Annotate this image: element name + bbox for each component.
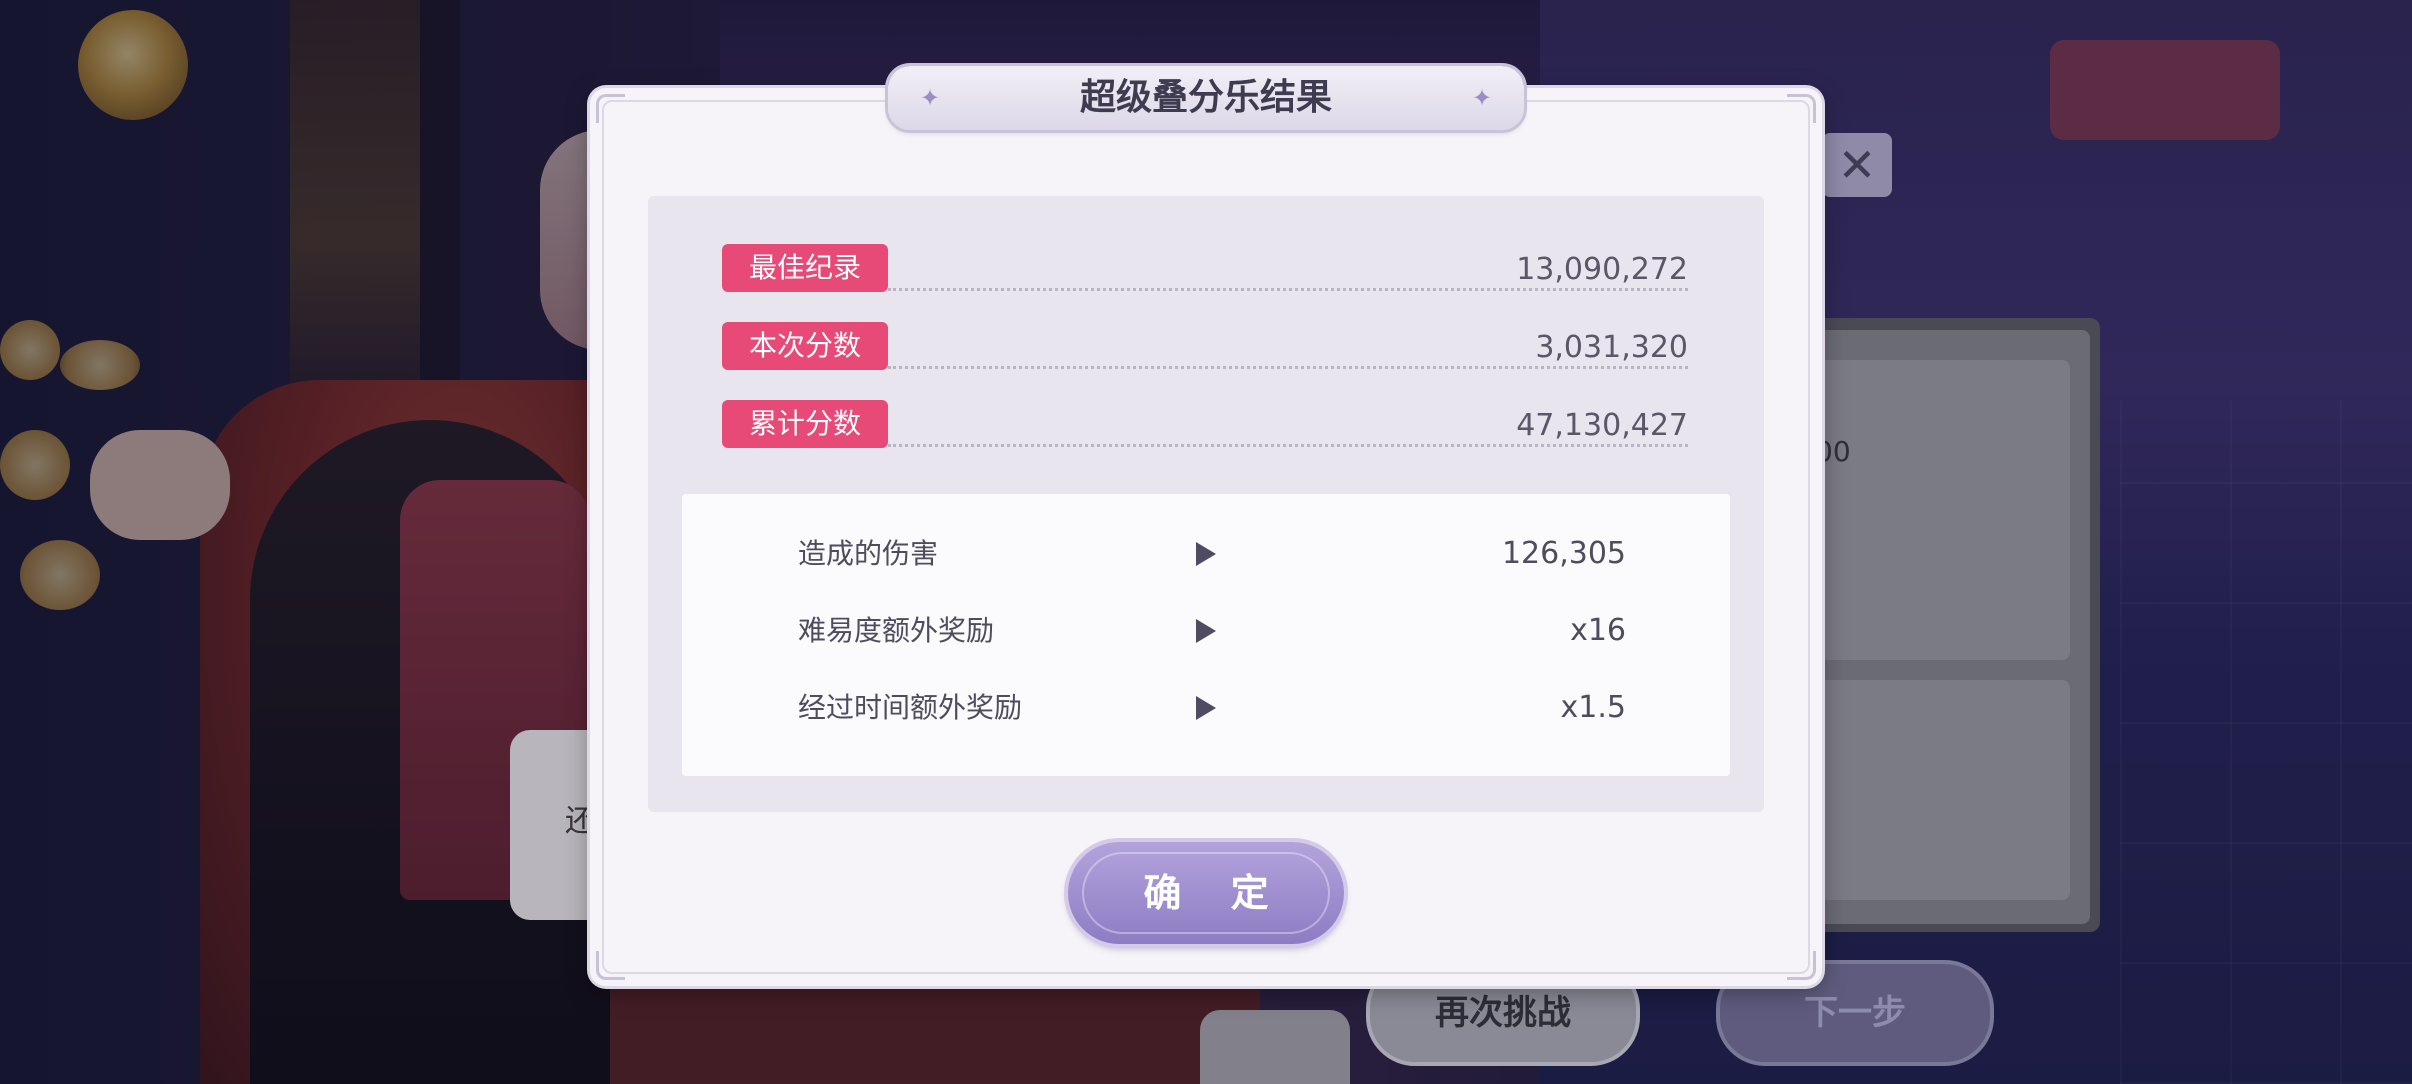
dialog-title-plate: ✦ 超级叠分乐结果 ✦	[888, 66, 1524, 130]
bonus-row-damage: 造成的伤害 126,305	[682, 527, 1730, 581]
frame-corner-ornament	[596, 94, 625, 123]
record-value: 47,130,427	[1516, 408, 1688, 443]
record-value: 3,031,320	[1535, 330, 1688, 365]
background-result-box	[1810, 360, 2070, 660]
bonus-row-time: 经过时间额外奖励 x1.5	[682, 681, 1730, 735]
dialog-title: 超级叠分乐结果	[1079, 77, 1332, 118]
confirm-button[interactable]: 确 定	[1068, 842, 1344, 944]
play-triangle-icon	[1196, 696, 1216, 720]
bonus-label: 造成的伤害	[798, 537, 939, 570]
frame-corner-ornament	[1787, 951, 1816, 980]
record-value: 13,090,272	[1516, 252, 1688, 287]
bonus-row-difficulty: 难易度额外奖励 x16	[682, 604, 1730, 658]
confirm-button-label: 确 定	[1143, 871, 1287, 915]
close-icon[interactable]: ✕	[1822, 133, 1892, 197]
background-result-box	[1810, 680, 2070, 900]
sparkle-icon: ✦	[1471, 84, 1493, 112]
record-tag: 累计分数	[722, 400, 888, 448]
bonus-breakdown-box: 造成的伤害 126,305 难易度额外奖励 x16 经过时间额外奖励 x1.5	[682, 494, 1730, 776]
record-row-total: 累计分数 47,130,427	[722, 400, 1688, 448]
play-triangle-icon	[1196, 619, 1216, 643]
record-tag: 本次分数	[722, 322, 888, 370]
bonus-value: 126,305	[1501, 536, 1626, 571]
bonus-label: 经过时间额外奖励	[798, 691, 1023, 724]
bonus-label: 难易度额外奖励	[798, 614, 995, 647]
play-triangle-icon	[1196, 542, 1216, 566]
record-tag: 最佳纪录	[722, 244, 888, 292]
frame-corner-ornament	[596, 951, 625, 980]
background-partial-number: 00	[1815, 435, 1851, 468]
game-scene: 00 ✕ 还 再次挑战 下一步 ✦ 超级叠分乐结果 ✦ 最佳纪录 13,090,…	[0, 0, 2412, 1084]
bonus-value: x16	[1570, 613, 1626, 648]
frame-corner-ornament	[1787, 94, 1816, 123]
record-row-current: 本次分数 3,031,320	[722, 322, 1688, 370]
record-row-best: 最佳纪录 13,090,272	[722, 244, 1688, 292]
bonus-value: x1.5	[1560, 690, 1626, 725]
